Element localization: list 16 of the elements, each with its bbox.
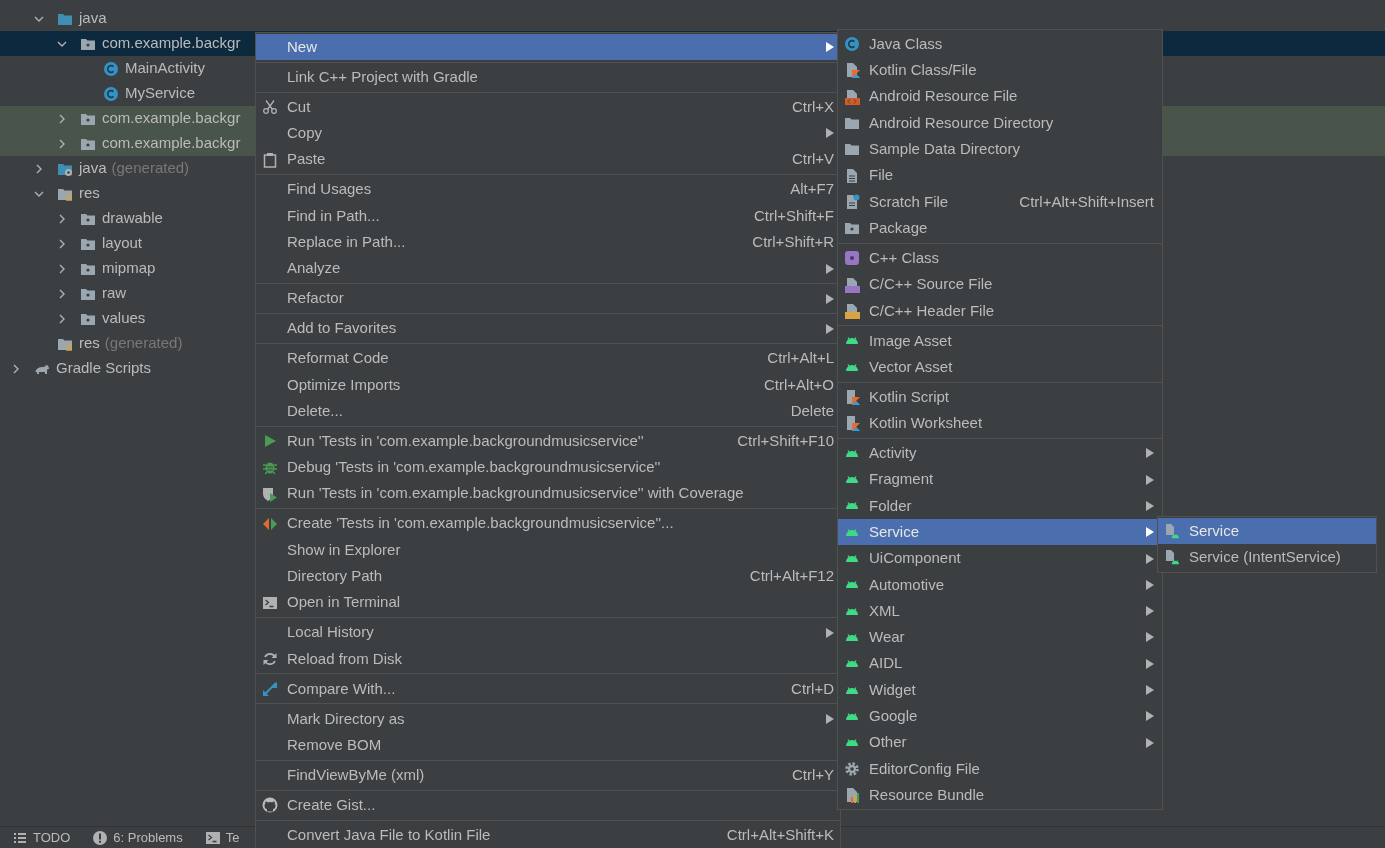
shortcut-label: Ctrl+Shift+F10	[737, 430, 834, 451]
shortcut-label: Ctrl+Alt+Shift+Insert	[1019, 191, 1154, 212]
shortcut-label: Ctrl+Alt+F12	[749, 566, 834, 587]
shortcut-label: Ctrl+V	[791, 149, 834, 170]
shortcut-label: Alt+F7	[790, 179, 834, 200]
shortcut-label: Ctrl+X	[791, 96, 834, 117]
shortcut-label: Ctrl+D	[791, 678, 834, 699]
shortcut-label: Ctrl+Alt+O	[763, 374, 834, 395]
generated-note: (generated)	[104, 333, 183, 354]
shortcut-label: Ctrl+Y	[791, 764, 834, 785]
shortcut-label: Ctrl+Shift+F	[753, 205, 834, 226]
shortcut-label: Delete	[790, 400, 834, 421]
generated-note: (generated)	[111, 158, 190, 179]
shortcut-label: Ctrl+Shift+R	[752, 232, 834, 253]
shortcut-label: Ctrl+Alt+L	[767, 348, 834, 369]
shortcut-label: Ctrl+Alt+Shift+K	[726, 824, 834, 845]
